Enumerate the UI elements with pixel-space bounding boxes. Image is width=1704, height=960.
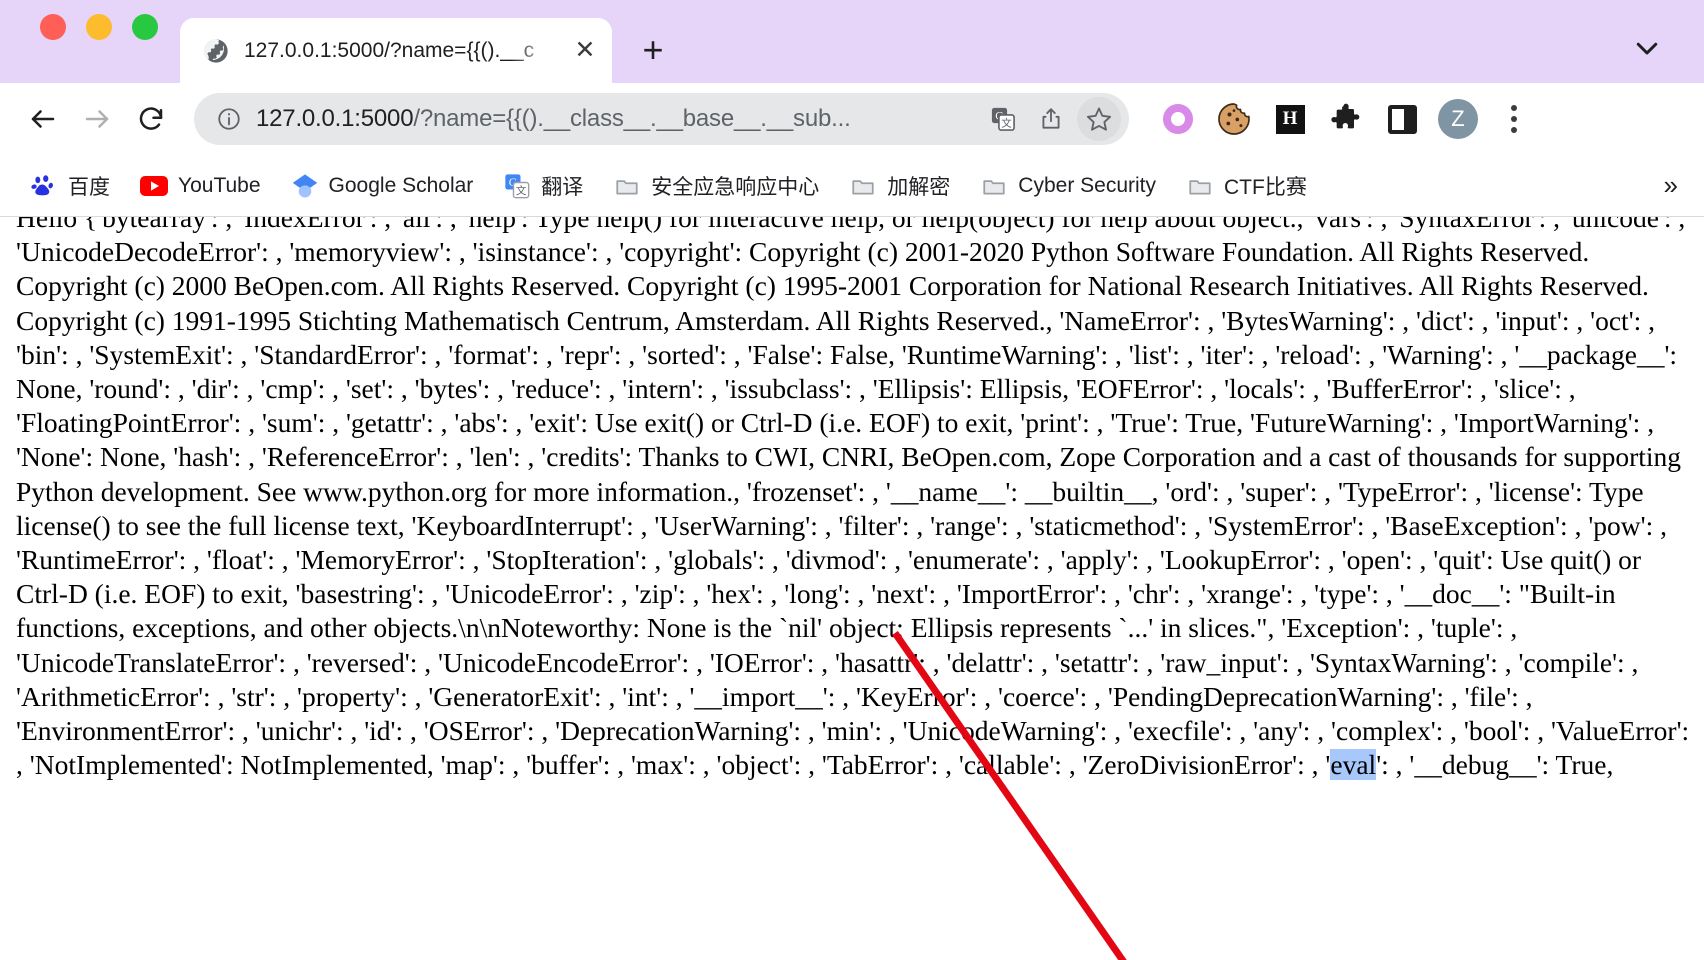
- share-icon[interactable]: [1029, 97, 1073, 141]
- svg-text:文: 文: [1001, 117, 1012, 130]
- folder-icon: [980, 172, 1008, 200]
- hackbar-extension-icon[interactable]: H: [1267, 96, 1313, 142]
- window-traffic-lights: [0, 0, 158, 83]
- builtins-dump-tail: ': , '__debug__': True,: [1376, 749, 1614, 781]
- bookmark-label: 加解密: [887, 175, 951, 199]
- info-circle-icon[interactable]: [212, 102, 246, 136]
- three-dot-menu-icon[interactable]: [1491, 96, 1537, 142]
- bookmark-label: 安全应急响应中心: [651, 175, 820, 199]
- back-button[interactable]: [18, 94, 68, 144]
- close-tab-button[interactable]: ✕: [568, 34, 602, 68]
- new-tab-button[interactable]: +: [626, 23, 680, 77]
- bookmark-baidu[interactable]: 百度: [18, 165, 122, 207]
- folder-icon: [613, 172, 641, 200]
- bookmark-folder-security-center[interactable]: 安全应急响应中心: [601, 165, 831, 207]
- bookmark-label: Cyber Security: [1018, 173, 1157, 197]
- bookmark-translate[interactable]: G 文 翻译: [491, 165, 595, 207]
- bookmark-label: Google Scholar: [328, 173, 474, 197]
- bookmark-label: 百度: [68, 175, 110, 199]
- builtins-dump-text: Hello {'bytearray': , 'IndexError': , 'a…: [16, 217, 1690, 781]
- tab-title: 127.0.0.1:5000/?name={{().__c: [244, 38, 535, 62]
- bookmark-folder-cyber-security[interactable]: Cyber Security: [968, 166, 1168, 206]
- bookmark-star-icon[interactable]: [1077, 97, 1121, 141]
- minimize-window-button[interactable]: [86, 13, 112, 40]
- globe-icon: [202, 37, 230, 65]
- scholar-icon: [291, 172, 319, 200]
- translate-icon: G 文: [503, 172, 531, 200]
- folder-icon: [1186, 172, 1214, 200]
- address-path: /?name={{().__class__.__base__.__sub...: [413, 105, 851, 132]
- selected-eval-token[interactable]: eval: [1330, 749, 1377, 781]
- browser-tab[interactable]: 127.0.0.1:5000/?name={{().__c ✕: [180, 18, 612, 83]
- address-host: 127.0.0.1:5000: [256, 105, 414, 132]
- youtube-icon: [140, 172, 168, 200]
- bookmark-label: 翻译: [541, 175, 584, 199]
- puzzle-extensions-icon[interactable]: [1323, 96, 1369, 142]
- browser-toolbar: 127.0.0.1:5000/?name={{().__class__.__ba…: [0, 83, 1704, 155]
- chevron-down-icon[interactable]: [1620, 21, 1674, 75]
- address-bar[interactable]: 127.0.0.1:5000/?name={{().__class__.__ba…: [194, 93, 1129, 145]
- svg-text:文: 文: [516, 184, 527, 197]
- bookmark-label: YouTube: [178, 173, 261, 197]
- address-bar-text: 127.0.0.1:5000/?name={{().__class__.__ba…: [250, 105, 977, 133]
- baidu-icon: [30, 172, 58, 200]
- bookmark-folder-crypto[interactable]: 加解密: [837, 165, 962, 207]
- bookmarks-bar: 百度 YouTube Google Scholar G 文 翻译 安全应急响应中…: [0, 155, 1704, 217]
- forward-button[interactable]: [72, 94, 122, 144]
- close-window-button[interactable]: [40, 13, 66, 40]
- bookmark-youtube[interactable]: YouTube: [128, 166, 273, 206]
- bookmark-folder-ctf[interactable]: CTF比赛: [1174, 165, 1319, 207]
- side-panel-icon[interactable]: [1379, 96, 1425, 142]
- folder-icon: [849, 172, 877, 200]
- bookmark-label: CTF比赛: [1224, 175, 1307, 199]
- ring-extension-icon[interactable]: [1155, 96, 1201, 142]
- bookmark-google-scholar[interactable]: Google Scholar: [279, 166, 486, 206]
- cookie-extension-icon[interactable]: [1211, 96, 1257, 142]
- bookmarks-overflow-button[interactable]: »: [1654, 166, 1688, 205]
- maximize-window-button[interactable]: [132, 13, 158, 40]
- page-body-text: Hello {'bytearray': , 'IndexError': , 'a…: [16, 217, 1690, 782]
- reload-button[interactable]: [126, 94, 176, 144]
- extension-icons: H Z: [1155, 96, 1537, 142]
- translate-icon[interactable]: G 文: [981, 97, 1025, 141]
- profile-avatar[interactable]: Z: [1435, 96, 1481, 142]
- page-viewport: Hello {'bytearray': , 'IndexError': , 'a…: [0, 217, 1704, 960]
- tab-strip: 127.0.0.1:5000/?name={{().__c ✕ +: [0, 0, 1704, 83]
